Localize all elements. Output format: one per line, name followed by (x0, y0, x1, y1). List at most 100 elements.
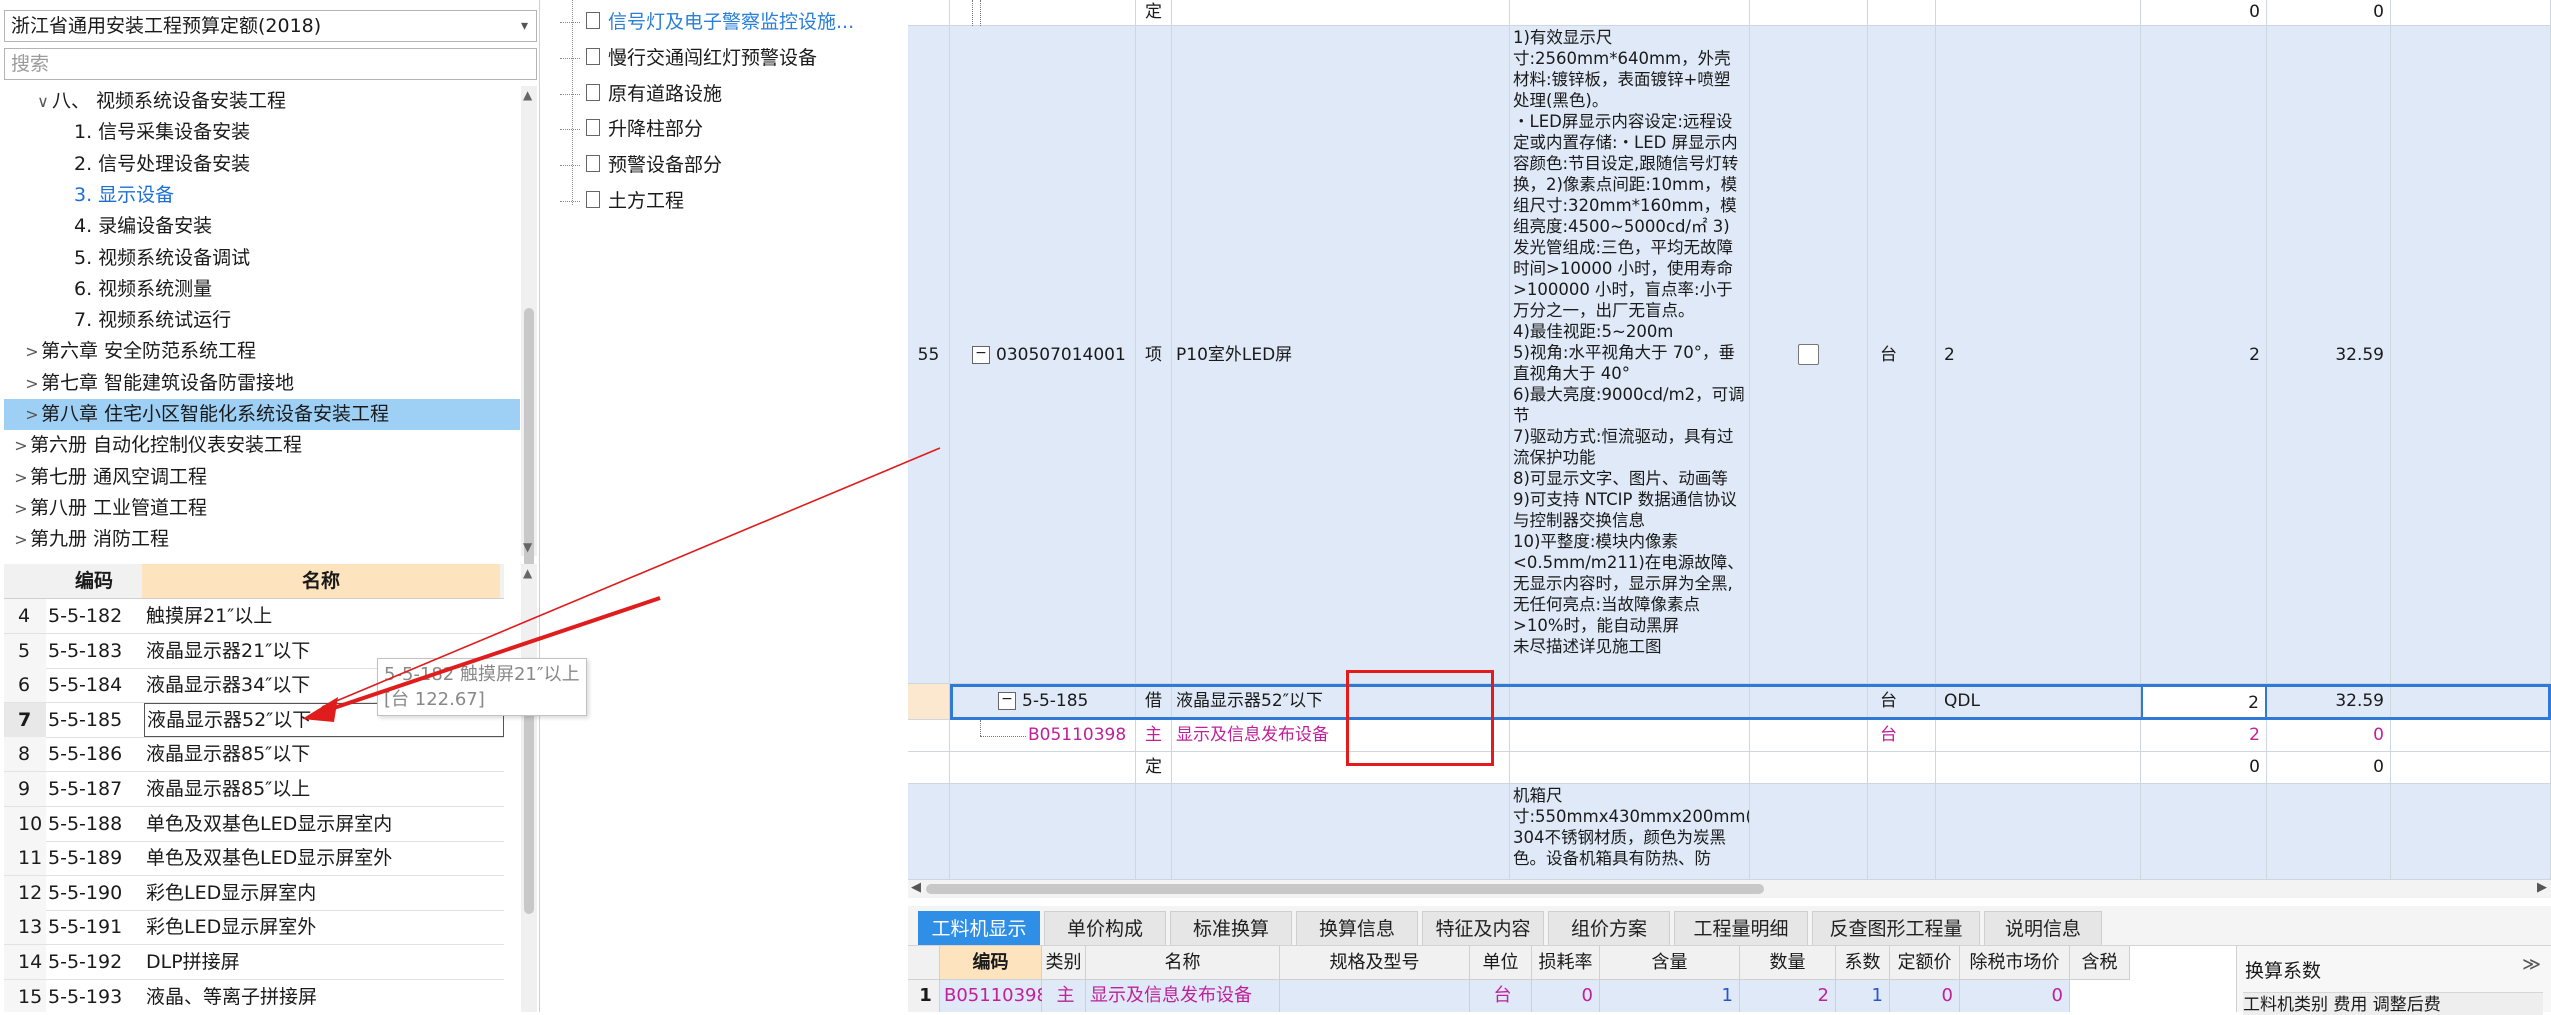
tab-0[interactable]: 工料机显示 (918, 911, 1040, 945)
tree-item[interactable]: 6. 视频系统测量 (4, 274, 520, 305)
scroll-up-icon[interactable]: ▲ (523, 566, 532, 580)
search-input[interactable]: 搜索 (4, 48, 537, 80)
tab-2[interactable]: 标准换算 (1170, 911, 1292, 945)
column-header[interactable]: 编码 (940, 946, 1042, 980)
sub-chapter-item[interactable]: 预警设备部分 (560, 147, 722, 183)
column-header[interactable]: 除税市场价 (1960, 946, 2070, 980)
column-header[interactable]: 单位 (1470, 946, 1532, 980)
resource-cell-loss[interactable]: 0 (1532, 980, 1600, 1012)
sub-chapter-item[interactable]: 信号灯及电子警察监控设施... (560, 4, 854, 40)
header-name[interactable]: 名称 (142, 564, 500, 598)
scroll-down-icon[interactable]: ▼ (523, 540, 532, 554)
resource-cell-content[interactable]: 1 (1600, 980, 1740, 1012)
scroll-thumb[interactable] (926, 884, 1764, 894)
tab-6[interactable]: 工程量明细 (1674, 911, 1808, 945)
resource-cell-kind[interactable]: 主 (1042, 980, 1086, 1012)
tree-item[interactable]: 3. 显示设备 (4, 180, 520, 211)
type-cell[interactable]: 借 (1136, 684, 1172, 720)
column-header[interactable]: 含税 (2070, 946, 2130, 980)
column-header[interactable]: 规格及型号 (1280, 946, 1470, 980)
quantity-expression-cell[interactable]: 2 (1936, 26, 2141, 684)
resource-cell-unit[interactable]: 台 (1470, 980, 1532, 1012)
resource-cell-price[interactable]: 0 (1890, 980, 1960, 1012)
type-cell[interactable]: 项 (1136, 26, 1172, 684)
chevron-right-icon[interactable]: > (23, 336, 41, 367)
item-feature-description[interactable]: 机箱尺寸:550mmx430mmx200mm(HXDXW)。304不锈钢材质，颜… (1510, 784, 1750, 880)
sub-chapter-item[interactable]: 土方工程 (560, 183, 684, 219)
chevron-right-icon[interactable]: > (23, 368, 41, 399)
quota-library-select[interactable]: 浙江省通用安装工程预算定额(2018) ▾ (4, 10, 537, 42)
chevron-right-icon[interactable]: > (12, 524, 30, 555)
item-name-cell[interactable]: P10室外LED屏 (1172, 26, 1510, 684)
unit-cell[interactable]: 台 (1868, 720, 1936, 752)
quota-row[interactable]: 4 5-5-182 触摸屏21″以上 (4, 599, 504, 634)
chevron-down-icon[interactable]: ▾ (521, 11, 528, 41)
tab-5[interactable]: 组价方案 (1548, 911, 1670, 945)
price-cell[interactable]: 0 (2267, 752, 2391, 784)
quota-row[interactable]: 9 5-5-187 液晶显示器85″以上 (4, 772, 504, 807)
tree-item[interactable]: > 第六章 安全防范系统工程 (4, 336, 520, 367)
unit-cell[interactable]: 台 (1868, 684, 1936, 720)
tree-item[interactable]: 2. 信号处理设备安装 (4, 149, 520, 180)
checkbox-cell[interactable] (1750, 26, 1868, 684)
tab-1[interactable]: 单价构成 (1044, 911, 1166, 945)
quantity-input[interactable]: 2 (2141, 684, 2267, 720)
column-header[interactable]: 损耗率 (1532, 946, 1600, 980)
column-header[interactable]: 系数 (1836, 946, 1890, 980)
quota-row[interactable]: 15 5-5-193 液晶、等离子拼接屏 (4, 979, 504, 1012)
quantity-cell[interactable]: 2 (2141, 720, 2267, 752)
collapse-icon[interactable]: − (998, 692, 1016, 710)
resource-cell-qty[interactable]: 2 (1740, 980, 1836, 1012)
tab-4[interactable]: 特征及内容 (1422, 911, 1544, 945)
chevron-right-icon[interactable]: > (12, 493, 30, 524)
row-number[interactable]: 55 (908, 26, 950, 684)
material-name-cell[interactable]: 显示及信息发布设备 (1172, 720, 1510, 752)
tab-3[interactable]: 换算信息 (1296, 911, 1418, 945)
column-header[interactable]: 名称 (1086, 946, 1280, 980)
price-cell[interactable]: 32.59 (2267, 26, 2391, 684)
chevron-down-icon[interactable]: ∨ (34, 86, 52, 117)
quantity-cell[interactable]: 2 (2141, 26, 2267, 684)
tab-8[interactable]: 说明信息 (1984, 911, 2102, 945)
tree-item[interactable]: ∨ 八、 视频系统设备安装工程 (4, 86, 520, 117)
tree-item[interactable]: 7. 视频系统试运行 (4, 305, 520, 336)
resource-cell-coef[interactable]: 1 (1836, 980, 1890, 1012)
resource-cell-name[interactable]: 显示及信息发布设备 (1086, 980, 1280, 1012)
price-cell[interactable]: 0 (2267, 0, 2391, 26)
quota-row[interactable]: 10 5-5-188 单色及双基色LED显示屏室内 (4, 806, 504, 842)
resource-cell-num[interactable]: 1 (908, 980, 940, 1012)
quota-row[interactable]: 14 5-5-192 DLP拼接屏 (4, 945, 504, 980)
tree-item[interactable]: > 第六册 自动化控制仪表安装工程 (4, 430, 520, 461)
checkbox[interactable] (1798, 344, 1819, 365)
sub-chapter-item[interactable]: 升降柱部分 (560, 111, 703, 147)
column-header[interactable]: 定额价 (1890, 946, 1960, 980)
tree-item[interactable]: 5. 视频系统设备调试 (4, 243, 520, 274)
sub-chapter-item[interactable]: 慢行交通闯红灯预警设备 (560, 40, 817, 76)
price-cell[interactable]: 0 (2267, 720, 2391, 752)
type-cell[interactable]: 主 (1136, 720, 1172, 752)
type-cell[interactable]: 定 (1136, 752, 1172, 784)
quantity-cell[interactable]: 0 (2141, 0, 2267, 26)
chevron-right-icon[interactable]: > (12, 462, 30, 493)
scroll-thumb[interactable] (524, 308, 534, 568)
expand-panel-icon[interactable]: ≫ (2522, 954, 2541, 975)
quota-table-scrollbar[interactable]: ▲ (521, 564, 537, 1012)
price-cell[interactable]: 32.59 (2267, 684, 2391, 720)
sub-item-code-cell[interactable]: −5-5-185 (950, 684, 1136, 720)
tree-item[interactable]: > 第七章 智能建筑设备防雷接地 (4, 368, 520, 399)
quota-row[interactable]: 12 5-5-190 彩色LED显示屏室内 (4, 875, 504, 911)
tab-7[interactable]: 反查图形工程量 (1812, 911, 1980, 945)
collapse-icon[interactable]: − (972, 346, 990, 364)
quantity-expression-cell[interactable]: QDL (1936, 684, 2141, 720)
row-number[interactable] (908, 784, 950, 880)
tree-item[interactable]: 4. 录编设备安装 (4, 211, 520, 242)
quantity-cell[interactable]: 0 (2141, 752, 2267, 784)
resource-cell-spec[interactable] (1280, 980, 1470, 1012)
resource-cell-market[interactable]: 0 (1960, 980, 2070, 1012)
resource-cell-code[interactable]: B05110398 (940, 980, 1048, 1012)
column-header[interactable]: 含量 (1600, 946, 1740, 980)
quota-row[interactable]: 11 5-5-189 单色及双基色LED显示屏室外 (4, 841, 504, 877)
tree-item[interactable]: > 第七册 通风空调工程 (4, 462, 520, 493)
scroll-left-icon[interactable]: ◀ (911, 880, 921, 895)
header-code[interactable]: 编码 (46, 564, 142, 598)
